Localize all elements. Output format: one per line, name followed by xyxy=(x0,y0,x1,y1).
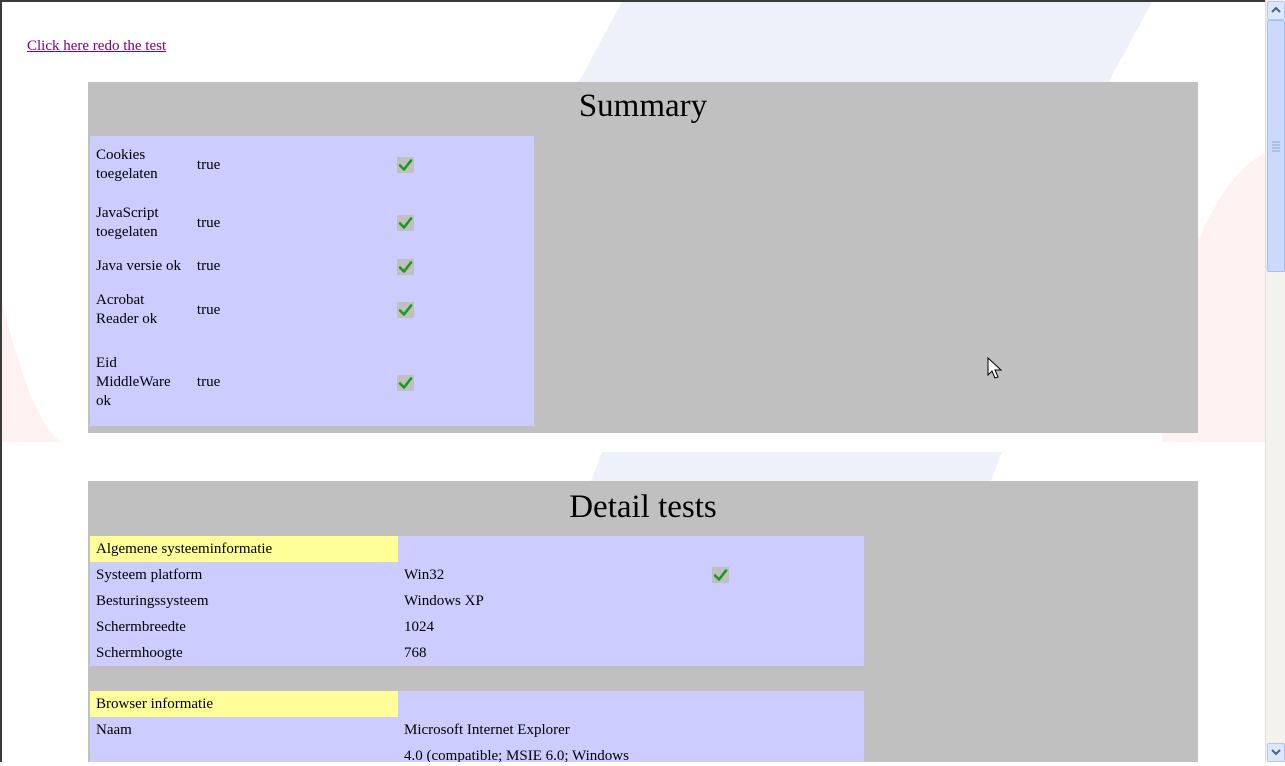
row-label: Java versie ok xyxy=(96,258,181,274)
row-status xyxy=(391,194,534,252)
section-header-row: Browser informatie xyxy=(90,691,864,717)
row-status xyxy=(391,281,534,339)
check-icon xyxy=(396,215,414,232)
check-icon xyxy=(712,567,729,584)
vertical-scrollbar[interactable] xyxy=(1265,0,1285,762)
table-row: Naam Microsoft Internet Explorer xyxy=(90,717,864,743)
row-label: JavaScript toegelaten xyxy=(96,205,159,240)
table-row: 4.0 (compatible; MSIE 6.0; Windows xyxy=(90,743,864,763)
section-header-row: Algemene systeeminformatie xyxy=(90,536,864,562)
row-label: Schermbreedte xyxy=(96,618,186,635)
table-row: Java versie ok true xyxy=(90,252,534,281)
section-header-browser: Browser informatie xyxy=(90,691,398,717)
table-row: Cookies toegelaten true xyxy=(90,136,534,194)
row-value: 1024 xyxy=(404,618,434,635)
detail-panel: Detail tests Algemene systeeminformatie … xyxy=(88,481,1198,762)
row-label: Eid MiddleWare ok xyxy=(96,355,171,409)
table-row: Schermbreedte 1024 xyxy=(90,614,864,640)
row-value: 4.0 (compatible; MSIE 6.0; Windows xyxy=(404,747,629,763)
row-value: true xyxy=(196,156,221,173)
table-row: Eid MiddleWare ok true xyxy=(90,339,534,426)
summary-panel: Summary Cookies toegelaten true JavaScript… xyxy=(88,82,1198,433)
check-icon xyxy=(396,258,414,275)
table-row: Schermhoogte 768 xyxy=(90,640,864,666)
scroll-down-button[interactable] xyxy=(1267,743,1285,762)
scroll-thumb[interactable] xyxy=(1267,20,1285,272)
detail-section-browser: Browser informatie Naam Microsoft Intern… xyxy=(90,691,864,762)
row-label: Schermhoogte xyxy=(96,644,183,661)
row-value: true xyxy=(196,214,221,231)
browser-viewport: Click here redo the test Summary Cookies… xyxy=(0,0,1266,762)
check-icon xyxy=(396,374,414,391)
detail-title: Detail tests xyxy=(569,489,717,525)
row-value: true xyxy=(196,258,221,274)
row-label: Cookies toegelaten xyxy=(96,147,158,182)
mouse-cursor-icon xyxy=(987,357,1003,379)
table-row: Systeem platform Win32 xyxy=(90,562,864,588)
table-row: Acrobat Reader ok true xyxy=(90,281,534,339)
table-row: JavaScript toegelaten true xyxy=(90,194,534,252)
row-label: Besturingssysteem xyxy=(96,592,209,609)
row-label: Naam xyxy=(96,721,132,738)
row-status xyxy=(391,136,534,194)
row-value: true xyxy=(196,301,221,318)
row-status xyxy=(391,339,534,426)
redo-test-link[interactable]: Click here redo the test xyxy=(27,38,166,55)
table-row: Besturingssysteem Windows XP xyxy=(90,588,864,614)
row-value: Microsoft Internet Explorer xyxy=(404,721,570,738)
row-status xyxy=(391,252,534,281)
summary-title: Summary xyxy=(578,88,708,124)
row-status xyxy=(706,562,864,588)
row-label: Acrobat Reader ok xyxy=(96,292,158,327)
check-icon xyxy=(396,157,414,174)
row-label: Systeem platform xyxy=(96,566,203,583)
scroll-up-button[interactable] xyxy=(1267,1,1285,20)
row-value: Windows XP xyxy=(404,592,484,609)
summary-table: Cookies toegelaten true JavaScript toegela… xyxy=(90,136,534,426)
row-value: Win32 xyxy=(404,566,445,583)
section-header-system: Algemene systeeminformatie xyxy=(90,536,398,562)
row-label xyxy=(90,743,398,762)
check-icon xyxy=(396,302,414,319)
row-value: true xyxy=(196,374,221,390)
detail-section-system: Algemene systeeminformatie Systeem platf… xyxy=(90,536,864,666)
row-value: 768 xyxy=(404,644,427,661)
